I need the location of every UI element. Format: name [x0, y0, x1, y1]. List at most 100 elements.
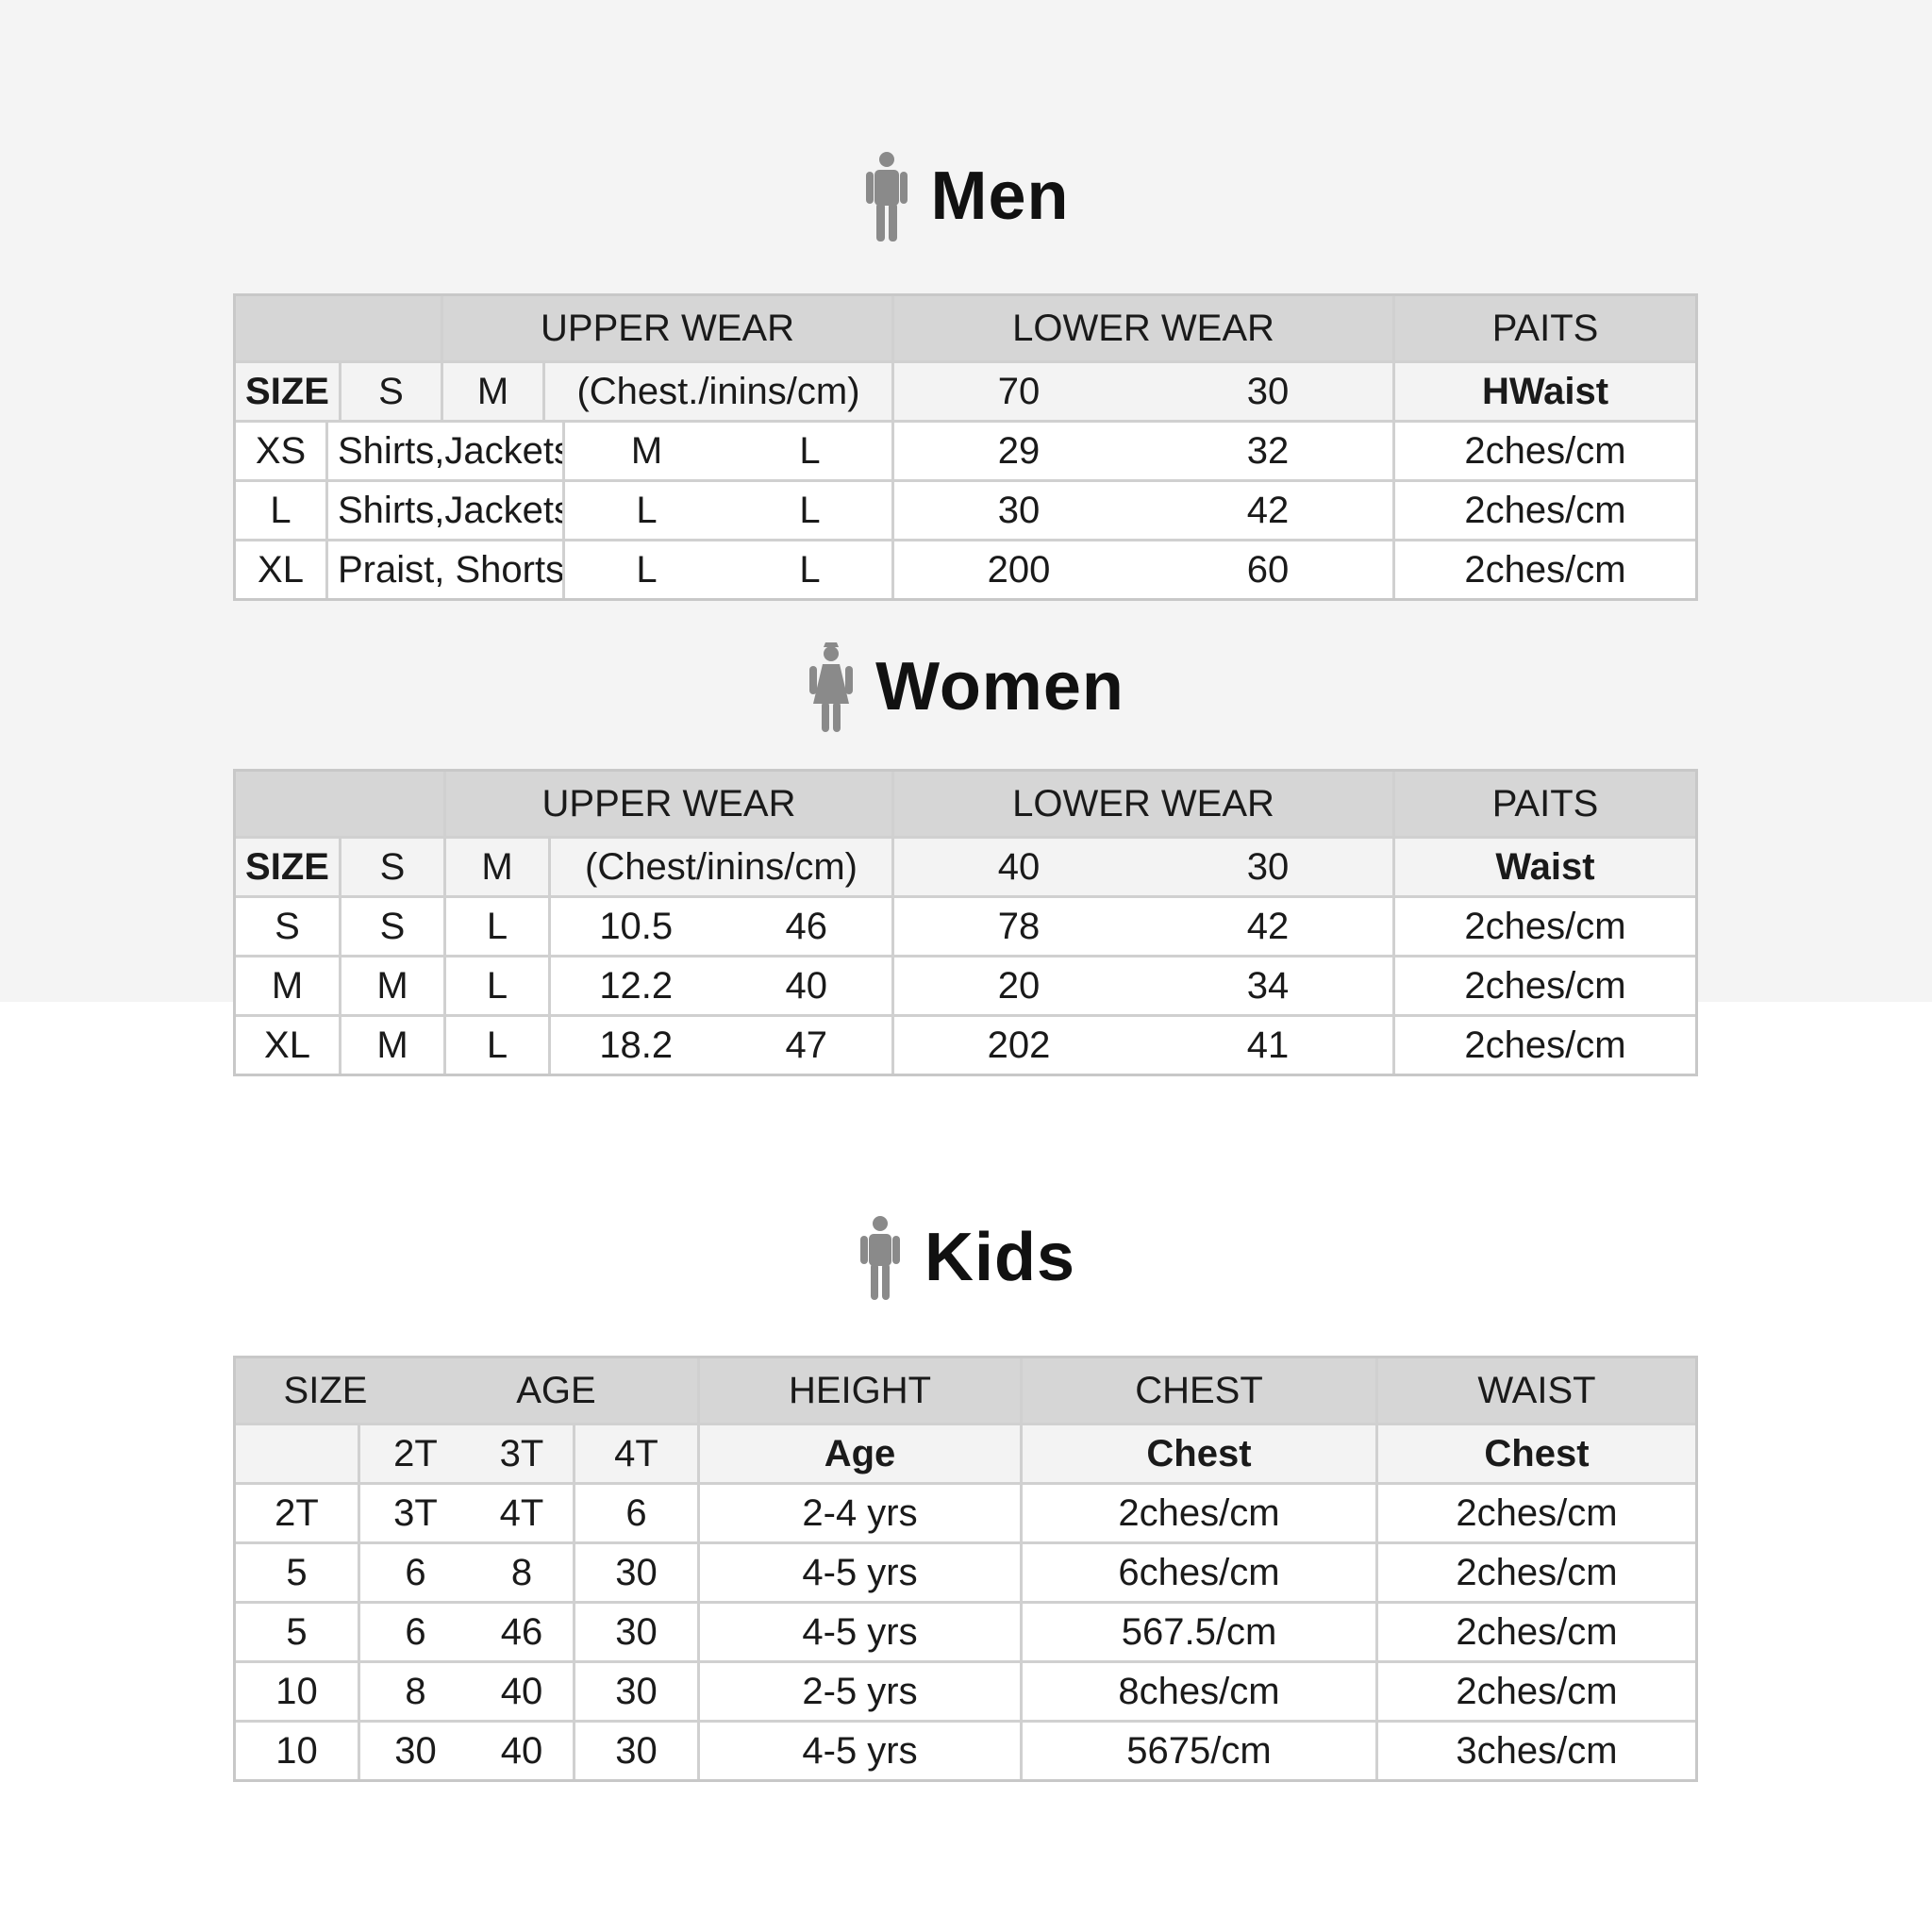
woman-figure-icon: [809, 642, 854, 732]
sub-chest: (Chest/inins/cm): [548, 839, 891, 895]
sub-waist: HWaist: [1392, 363, 1695, 420]
cell-height: 4-5 yrs: [697, 1544, 1020, 1601]
cell-col2: 3T: [358, 1485, 471, 1541]
header-lower-wear: LOWER WEAR: [891, 296, 1392, 360]
sub-size: SIZE: [245, 370, 329, 412]
cell-upper-2: L: [799, 489, 821, 531]
header-paits: PAITS: [1392, 296, 1695, 360]
cell-col2: 8: [358, 1663, 471, 1720]
table-row: 10 30 40 30 4-5 yrs 5675/cm 3ches/cm: [236, 1720, 1695, 1779]
cell-waist: 3ches/cm: [1375, 1723, 1695, 1779]
table-row: 5 6 46 30 4-5 yrs 567.5/cm 2ches/cm: [236, 1601, 1695, 1660]
kids-title: Kids: [924, 1220, 1076, 1295]
cell-size: L: [270, 489, 291, 531]
cell-col3: 40: [500, 1729, 543, 1772]
cell-lower-1: 29: [997, 429, 1041, 472]
cell-height: 2-5 yrs: [697, 1663, 1020, 1720]
header-blank: [236, 772, 443, 836]
sub-s: S: [339, 363, 441, 420]
cell-paits: 2ches/cm: [1392, 541, 1695, 598]
cell-upper: 10.5 46: [548, 898, 891, 955]
table-subheader-row: SIZE S M (Chest./inins/cm) 70 30 HWaist: [236, 360, 1695, 420]
women-title: Women: [875, 649, 1124, 724]
table-row: XL M L 18.2 47 202 41 2ches/cm: [236, 1014, 1695, 1074]
cell-upper-1: 12.2: [599, 964, 674, 1007]
cell-size: XS: [255, 429, 307, 472]
cell-lower-1: 200: [987, 548, 1051, 591]
cell-size: 2T: [275, 1491, 319, 1534]
cell-col2: M: [339, 958, 443, 1014]
cell-size: 10: [275, 1729, 318, 1772]
cell-paits: 2ches/cm: [1392, 1017, 1695, 1074]
cell-col3: 46: [500, 1610, 543, 1653]
cell-lower-1: 202: [987, 1024, 1051, 1066]
table-row: 10 8 40 30 2-5 yrs 8ches/cm 2ches/cm: [236, 1660, 1695, 1720]
cell-chest: 567.5/cm: [1020, 1604, 1375, 1660]
men-size-table: UPPER WEAR LOWER WEAR PAITS SIZE S M (Ch…: [233, 293, 1698, 601]
cell-lower-1: 20: [997, 964, 1041, 1007]
cell-type: Praist, Shorts: [325, 541, 562, 598]
cell-upper-1: 18.2: [599, 1024, 674, 1066]
cell-size: 5: [286, 1551, 308, 1593]
sub-chest: Chest: [1020, 1425, 1375, 1482]
cell-type: Shirts,Jackets: [325, 423, 562, 479]
cell-lower-2: 32: [1246, 429, 1290, 472]
cell-col4: 30: [573, 1723, 697, 1779]
cell-lower-2: 60: [1246, 548, 1290, 591]
cell-paits: 2ches/cm: [1392, 898, 1695, 955]
cell-chest: 2ches/cm: [1020, 1485, 1375, 1541]
cell-upper-1: L: [636, 548, 658, 591]
cell-height: 4-5 yrs: [697, 1723, 1020, 1779]
sub-lower-1: 70: [997, 370, 1041, 412]
sub-lower: 40 30: [891, 839, 1392, 895]
header-size: SIZE: [283, 1369, 368, 1411]
sub-lower-2: 30: [1246, 370, 1290, 412]
cell-size: M: [271, 964, 304, 1007]
cell-col3: L: [443, 898, 548, 955]
cell-col4: 30: [573, 1604, 697, 1660]
header-lower-wear: LOWER WEAR: [891, 772, 1392, 836]
cell-upper-1: 10.5: [599, 905, 674, 947]
sub-lower-1: 40: [997, 845, 1041, 888]
sub-chest: (Chest./inins/cm): [542, 363, 891, 420]
table-row: S S L 10.5 46 78 42 2ches/cm: [236, 895, 1695, 955]
sub-size: SIZE: [245, 845, 329, 888]
header-age: AGE: [516, 1369, 596, 1411]
cell-col2: 6: [358, 1604, 471, 1660]
cell-lower-2: 41: [1246, 1024, 1290, 1066]
cell-col3: 4T: [499, 1491, 544, 1534]
cell-lower: 29 32: [891, 423, 1392, 479]
cell-col3: 8: [510, 1551, 533, 1593]
cell-upper-2: L: [799, 429, 821, 472]
cell-col4: 30: [573, 1663, 697, 1720]
header-upper-wear: UPPER WEAR: [441, 296, 891, 360]
kids-section-title: Kids: [0, 1206, 1932, 1309]
cell-chest: 8ches/cm: [1020, 1663, 1375, 1720]
sub-s: S: [339, 839, 443, 895]
man-figure-icon: [865, 152, 908, 242]
cell-lower: 30 42: [891, 482, 1392, 539]
table-row: 5 6 8 30 4-5 yrs 6ches/cm 2ches/cm: [236, 1541, 1695, 1601]
header-waist: WAIST: [1375, 1358, 1695, 1423]
cell-lower-1: 78: [997, 905, 1041, 947]
sub-age-4t: 4T: [573, 1425, 697, 1482]
table-row: 2T 3T 4T 6 2-4 yrs 2ches/cm 2ches/cm: [236, 1482, 1695, 1541]
cell-lower: 200 60: [891, 541, 1392, 598]
cell-lower-2: 42: [1246, 489, 1290, 531]
cell-chest: 6ches/cm: [1020, 1544, 1375, 1601]
cell-size: XL: [258, 548, 304, 591]
cell-upper-2: L: [799, 548, 821, 591]
cell-upper-1: L: [636, 489, 658, 531]
cell-col4: 30: [573, 1544, 697, 1601]
cell-upper-1: M: [630, 429, 663, 472]
cell-type: Shirts,Jackets: [325, 482, 562, 539]
cell-upper-2: 47: [785, 1024, 828, 1066]
cell-paits: 2ches/cm: [1392, 958, 1695, 1014]
cell-col2: S: [339, 898, 443, 955]
cell-upper: LL: [562, 482, 891, 539]
cell-lower: 20 34: [891, 958, 1392, 1014]
cell-waist: 2ches/cm: [1375, 1604, 1695, 1660]
cell-col2: 30: [358, 1723, 471, 1779]
cell-height: 2-4 yrs: [697, 1485, 1020, 1541]
men-section-title: Men: [0, 144, 1932, 248]
